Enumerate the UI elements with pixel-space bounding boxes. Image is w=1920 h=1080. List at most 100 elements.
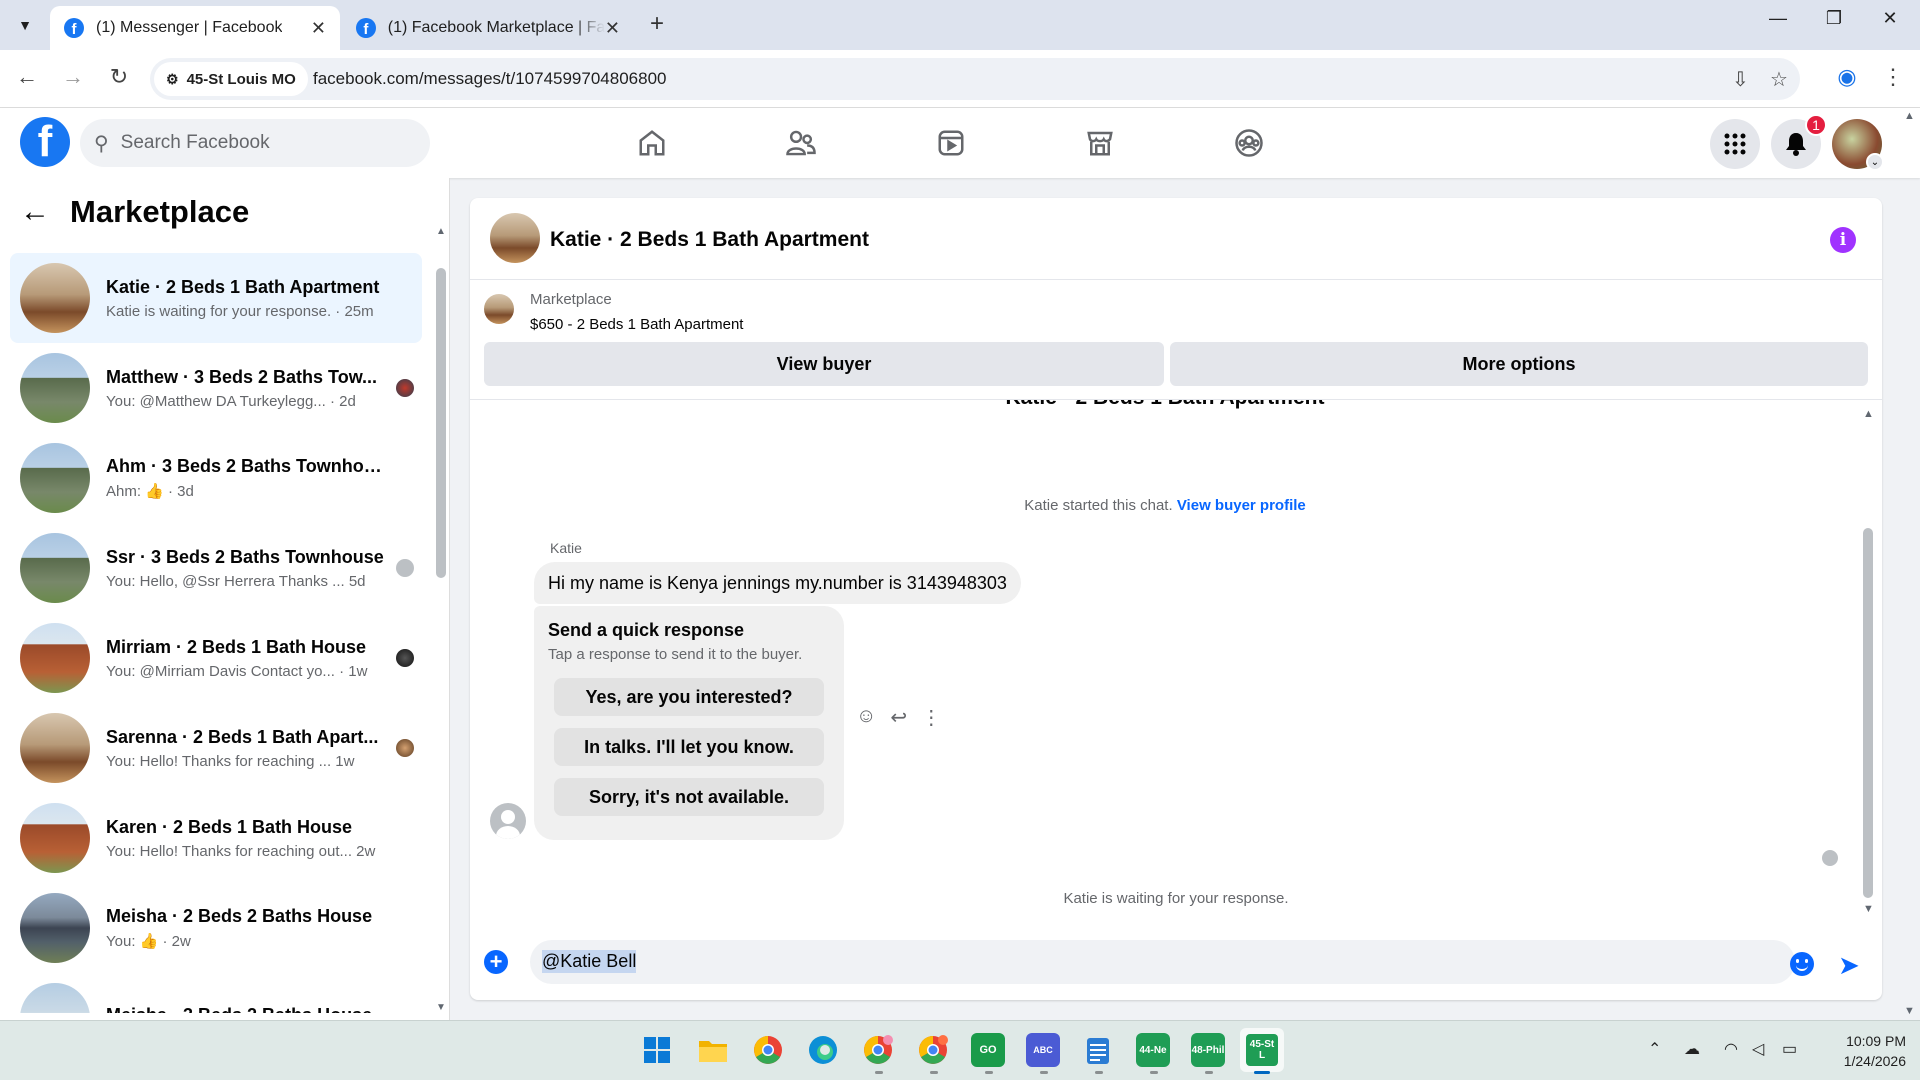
close-window-button[interactable]: ✕ [1870, 8, 1910, 29]
react-emoji-icon[interactable]: ☺ [856, 705, 876, 730]
chrome-profile-icon[interactable] [861, 1033, 895, 1067]
message-input-value: @Katie Bell [542, 950, 637, 973]
message-bubble[interactable]: Hi my name is Kenya jennings my.number i… [534, 562, 1021, 604]
omnibox[interactable]: ⚙ 45-St Louis MO facebook.com/messages/t… [150, 58, 1800, 100]
forward-button[interactable]: → [58, 64, 88, 90]
conversation-item[interactable]: Karen · 2 Beds 1 Bath House You: Hello! … [10, 793, 422, 883]
sidebar-scrollbar[interactable]: ▲ ▼ [436, 226, 446, 1016]
listing-thumbnail [20, 353, 90, 423]
reply-icon[interactable]: ↩ [890, 705, 907, 730]
notifications-button[interactable]: 1 [1771, 114, 1827, 169]
conversation-item[interactable]: Mirriam · 2 Beds 1 Bath House You: @Mirr… [10, 613, 422, 703]
scroll-down-icon[interactable]: ▼ [1904, 1005, 1915, 1017]
close-tab-icon[interactable]: ✕ [605, 18, 620, 39]
account-avatar[interactable]: ⌄ [1832, 119, 1884, 171]
chrome-profile-icon[interactable] [916, 1033, 950, 1067]
send-icon[interactable]: ➤ [1838, 950, 1860, 981]
chrome-icon[interactable] [751, 1033, 785, 1067]
abc-label: ABC [1033, 1045, 1053, 1055]
bookmark-star-icon[interactable]: ☆ [1770, 67, 1788, 92]
reload-button[interactable]: ↻ [104, 64, 134, 90]
quick-response-button[interactable]: Sorry, it's not available. [554, 778, 824, 816]
close-tab-icon[interactable]: ✕ [311, 18, 326, 39]
message-input[interactable]: @Katie Bell [530, 940, 1795, 984]
page-scrollbar[interactable]: ▲ ▼ [1900, 110, 1918, 1020]
abc-app-icon[interactable]: ABC [1026, 1033, 1060, 1067]
install-app-icon[interactable]: ⇩ [1732, 67, 1749, 92]
view-buyer-profile-link[interactable]: View buyer profile [1177, 497, 1306, 514]
tab-search-dropdown[interactable]: ▼ [8, 8, 42, 42]
chat-avatar[interactable] [490, 213, 540, 263]
groups-icon[interactable] [1226, 120, 1272, 166]
battery-icon[interactable]: ▭ [1782, 1039, 1797, 1059]
scroll-down-icon[interactable]: ▼ [436, 1002, 446, 1013]
restore-button[interactable]: ❐ [1814, 8, 1854, 29]
browser-menu-icon[interactable]: ⋮ [1878, 64, 1908, 90]
notepad-icon[interactable] [1081, 1033, 1115, 1067]
conversation-preview: Katie is waiting for your response. · 25… [106, 302, 374, 320]
quick-response-button[interactable]: Yes, are you interested? [554, 678, 824, 716]
cloud-offline-icon[interactable]: ☁ [1684, 1039, 1700, 1059]
conversation-item[interactable]: Sarenna · 2 Beds 1 Bath Apart... You: He… [10, 703, 422, 793]
profile-icon[interactable]: ◉ [1832, 64, 1862, 90]
file-explorer-icon[interactable] [696, 1033, 730, 1067]
clock-date: 1/24/2026 [1843, 1053, 1906, 1069]
emoji-icon[interactable] [1790, 952, 1814, 976]
more-options-button[interactable]: More options [1170, 342, 1868, 386]
windows-start-icon[interactable] [640, 1033, 674, 1067]
conversation-item[interactable]: Katie · 2 Beds 1 Bath Apartment Katie is… [10, 253, 422, 343]
url-text[interactable]: facebook.com/messages/t/1074599704806800 [313, 69, 666, 89]
view-buyer-button[interactable]: View buyer [484, 342, 1164, 386]
profile-45-icon[interactable]: 45-St L [1240, 1028, 1284, 1072]
scrollbar-thumb[interactable] [1863, 528, 1873, 898]
conversation-item[interactable]: Ssr · 3 Beds 2 Baths Townhouse You: Hell… [10, 523, 422, 613]
show-hidden-icons[interactable]: ⌃ [1648, 1039, 1661, 1059]
add-attachment-icon[interactable]: + [484, 950, 508, 974]
conversation-name: Ssr · 3 Beds 2 Baths Townhouse [106, 546, 384, 567]
sender-avatar [490, 803, 526, 839]
conversation-item[interactable]: Meisha · 3 Beds 2 Baths House [10, 973, 422, 1013]
edge-icon[interactable] [806, 1033, 840, 1067]
friends-icon[interactable] [778, 120, 824, 166]
scroll-up-icon[interactable]: ▲ [436, 226, 446, 237]
seen-avatar [396, 649, 414, 667]
info-icon[interactable]: i [1830, 227, 1856, 253]
home-icon[interactable] [629, 120, 675, 166]
marketplace-icon[interactable] [1077, 120, 1123, 166]
chat-started-notice: Katie started this chat. View buyer prof… [470, 497, 1860, 514]
back-arrow-icon[interactable]: ← [20, 195, 50, 229]
minimize-button[interactable]: — [1758, 8, 1798, 29]
conversation-preview: Ahm: 👍 · 3d [106, 483, 194, 500]
scroll-up-icon[interactable]: ▲ [1863, 408, 1874, 420]
site-chip-label: 45-St Louis MO [186, 70, 296, 88]
scroll-up-icon[interactable]: ▲ [1904, 110, 1915, 122]
conversation-item[interactable]: Matthew · 3 Beds 2 Baths Tow... You: @Ma… [10, 343, 422, 433]
tab-marketplace[interactable]: f (1) Facebook Marketplace | Facebook ✕ [342, 6, 634, 50]
scrollbar-thumb[interactable] [436, 268, 446, 578]
new-tab-button[interactable]: + [650, 10, 664, 38]
goto-icon[interactable]: GO [971, 1033, 1005, 1067]
conversation-item[interactable]: Meisha · 2 Beds 2 Baths House You: 👍 · 2… [10, 883, 422, 973]
site-info-chip[interactable]: ⚙ 45-St Louis MO [154, 62, 308, 96]
search-input[interactable]: ⚲ Search Facebook [80, 119, 430, 167]
back-button[interactable]: ← [12, 64, 42, 90]
video-icon[interactable] [928, 120, 974, 166]
volume-icon[interactable]: ◁ [1752, 1039, 1764, 1059]
listing-thumbnail [20, 713, 90, 783]
scroll-down-icon[interactable]: ▼ [1863, 903, 1874, 915]
browser-tab-bar: ▼ f (1) Messenger | Facebook ✕ f (1) Fac… [0, 0, 1920, 50]
profile-48-label: 48-Phil [1191, 1044, 1225, 1056]
more-actions-icon[interactable]: ⋮ [921, 705, 941, 730]
profile-44-icon[interactable]: 44-Ne [1136, 1033, 1170, 1067]
menu-grid-icon[interactable] [1710, 119, 1760, 169]
conversation-item[interactable]: Ahm · 3 Beds 2 Baths Townhouse Ahm: 👍 · … [10, 433, 422, 523]
running-indicator [930, 1071, 938, 1074]
system-clock[interactable]: 10:09 PM 1/24/2026 [1818, 1031, 1906, 1071]
facebook-logo-icon[interactable]: f [20, 117, 70, 167]
chat-scrollbar[interactable]: ▲ ▼ [1862, 408, 1874, 918]
quick-response-button[interactable]: In talks. I'll let you know. [554, 728, 824, 766]
wifi-icon[interactable]: ◠ [1724, 1039, 1738, 1059]
chat-title[interactable]: Katie · 2 Beds 1 Bath Apartment [550, 228, 869, 252]
tab-messenger[interactable]: f (1) Messenger | Facebook ✕ [50, 6, 340, 50]
profile-48-icon[interactable]: 48-Phil [1191, 1033, 1225, 1067]
